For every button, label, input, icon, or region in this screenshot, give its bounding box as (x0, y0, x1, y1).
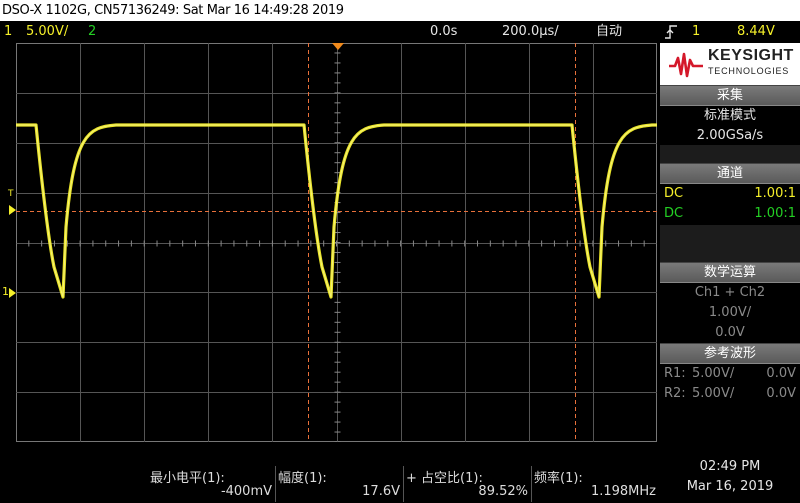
measurement-frequency-value: 1.198MHz (590, 484, 656, 499)
acquire-panel[interactable]: 采集 标准模式 2.00GSa/s (660, 85, 800, 145)
time-reference-marker-icon[interactable] (332, 43, 344, 51)
ch2-number[interactable]: 2 (88, 21, 96, 43)
waveform-grid (16, 43, 657, 442)
trigger-source[interactable]: 1 (692, 21, 700, 43)
reference-header: 参考波形 (660, 344, 800, 364)
measurement-duty-label: + 占空比(1): (406, 471, 483, 486)
time-offset[interactable]: 0.0s (430, 21, 457, 43)
ch1-scale[interactable]: 5.00V/ (26, 21, 68, 43)
channel-header: 通道 (660, 164, 800, 184)
status-bar: 1 5.00V/ 2 0.0s 200.0µs/ 自动 1 8.44V (0, 21, 800, 43)
measurement-duty-value: 89.52% (478, 484, 528, 499)
measurement-amplitude-label: 幅度(1): (278, 471, 327, 486)
measurement-min-value: -400mV (220, 484, 272, 499)
trigger-arrow-icon (9, 205, 16, 215)
ch1-number[interactable]: 1 (4, 21, 12, 43)
measurement-min-label: 最小电平(1): (150, 471, 225, 486)
ch1-ground-label: 1 (2, 285, 9, 298)
math-scale: 1.00V/ (708, 305, 752, 320)
waveform-display[interactable] (16, 43, 657, 442)
ref2-scale: 5.00V/ (692, 386, 735, 401)
ref1-offset: 0.0V (766, 366, 796, 381)
measurement-amplitude-value: 17.6V (362, 484, 400, 499)
measurement-frequency-label: 频率(1): (534, 471, 583, 486)
ref2-offset: 0.0V (766, 386, 796, 401)
measurement-duty-cycle[interactable]: + 占空比(1): 89.52% (404, 466, 532, 502)
ch1-waveform (16, 123, 657, 299)
time-scale[interactable]: 200.0µs/ (502, 21, 559, 43)
keysight-wave-icon (669, 52, 703, 78)
ref-row-2: R2: 5.00V/ 0.0V (660, 384, 800, 404)
acquire-header: 采集 (660, 86, 800, 106)
measurement-min[interactable]: 最小电平(1): -400mV (148, 466, 276, 502)
ch2-coupling: DC (664, 206, 684, 221)
ref2-name: R2: (664, 386, 686, 401)
clock-time: 02:49 PM (699, 459, 761, 474)
reference-panel[interactable]: 参考波形 R1: 5.00V/ 0.0V R2: 5.00V/ 0.0V (660, 343, 800, 443)
channel-row-1: DC 1.00:1 (660, 184, 800, 204)
ch1-ground-marker[interactable]: 1 (2, 285, 16, 303)
trigger-level-marker[interactable]: T (7, 190, 17, 218)
keysight-logo: KEYSIGHT TECHNOLOGIES (660, 43, 800, 85)
trigger-level[interactable]: 8.44V (737, 21, 775, 43)
window-title: DSO-X 1102G, CN57136249: Sat Mar 16 14:4… (0, 0, 800, 21)
trigger-marker-label: T (8, 189, 14, 199)
clock-date: Mar 16, 2019 (686, 479, 774, 494)
measurement-frequency[interactable]: 频率(1): 1.198MHz (532, 466, 660, 502)
math-header: 数学运算 (660, 263, 800, 283)
logo-sub: TECHNOLOGIES (708, 66, 790, 76)
math-function: Ch1 + Ch2 (694, 285, 766, 300)
math-panel[interactable]: 数学运算 Ch1 + Ch2 1.00V/ 0.0V (660, 262, 800, 344)
channel-panel[interactable]: 通道 DC 1.00:1 DC 1.00:1 (660, 163, 800, 225)
channel-row-2: DC 1.00:1 (660, 204, 800, 224)
sample-rate: 2.00GSa/s (696, 128, 764, 143)
ref1-name: R1: (664, 366, 686, 381)
ch2-probe: 1.00:1 (754, 206, 796, 221)
measurement-bar: 最小电平(1): -400mV 幅度(1): 17.6V + 占空比(1): 8… (0, 443, 800, 503)
ground-arrow-icon (9, 288, 16, 298)
ch1-probe: 1.00:1 (754, 186, 796, 201)
trigger-mode[interactable]: 自动 (596, 21, 622, 43)
math-offset: 0.0V (715, 325, 745, 340)
logo-brand: KEYSIGHT (708, 47, 794, 64)
ref-row-1: R1: 5.00V/ 0.0V (660, 364, 800, 384)
ref1-scale: 5.00V/ (692, 366, 735, 381)
ch1-coupling: DC (664, 186, 684, 201)
acquire-mode: 标准模式 (703, 108, 756, 123)
side-panel: KEYSIGHT TECHNOLOGIES 采集 标准模式 2.00GSa/s … (660, 43, 800, 443)
measurement-amplitude[interactable]: 幅度(1): 17.6V (276, 466, 404, 502)
